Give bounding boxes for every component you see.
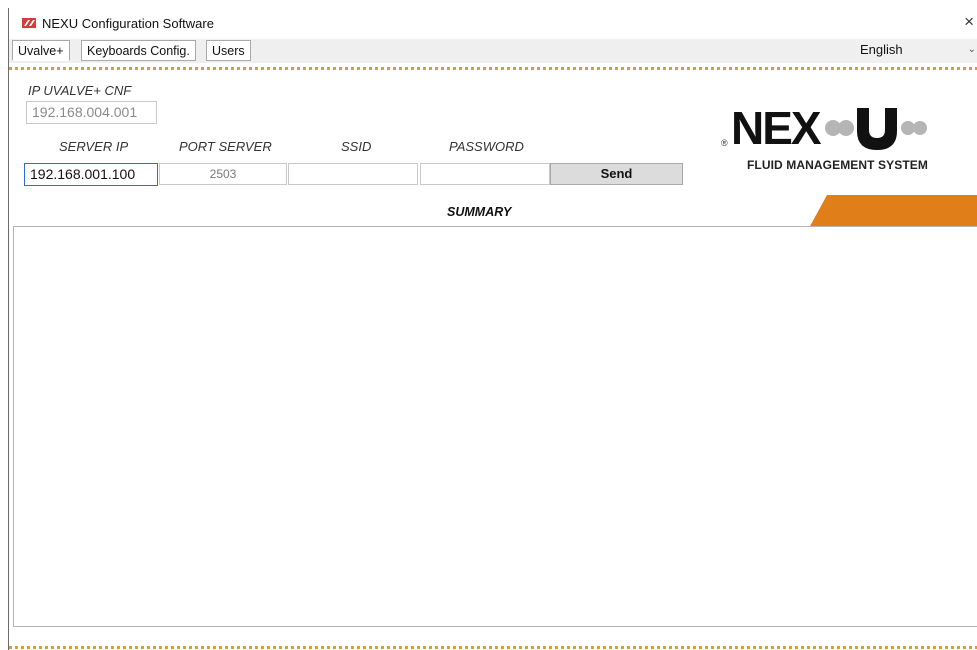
send-button[interactable]: Send bbox=[550, 163, 683, 185]
ssid-label: SSID bbox=[341, 139, 372, 154]
logo-subtitle: FLUID MANAGEMENT SYSTEM bbox=[747, 158, 928, 172]
server-ip-input[interactable]: 192.168.001.100 bbox=[24, 163, 158, 186]
tab-users[interactable]: Users bbox=[206, 40, 251, 61]
ssid-input[interactable] bbox=[288, 163, 418, 185]
accent-shape bbox=[809, 195, 977, 228]
tab-keyboards-config[interactable]: Keyboards Config. bbox=[81, 40, 196, 61]
server-ip-label: SERVER IP bbox=[59, 139, 129, 154]
top-divider bbox=[9, 67, 977, 70]
language-selected: English bbox=[860, 42, 903, 57]
close-icon[interactable]: × bbox=[964, 12, 974, 32]
ip-uvalve-field[interactable]: 192.168.004.001 bbox=[26, 101, 157, 124]
svg-text:®: ® bbox=[721, 138, 728, 148]
window-title: NEXU Configuration Software bbox=[42, 16, 214, 31]
tab-strip: Uvalve+ Keyboards Config. Users English … bbox=[9, 39, 977, 63]
password-label: PASSWORD bbox=[449, 139, 524, 154]
title-bar: NEXU Configuration Software × bbox=[9, 8, 977, 38]
summary-panel[interactable] bbox=[13, 226, 977, 627]
bottom-divider bbox=[9, 646, 977, 649]
app-icon bbox=[22, 18, 36, 28]
app-window: NEXU Configuration Software × Uvalve+ Ke… bbox=[8, 8, 977, 650]
tab-uvalve[interactable]: Uvalve+ bbox=[12, 40, 70, 61]
language-select[interactable]: English ⌄ bbox=[855, 40, 977, 61]
svg-text:NEX: NEX bbox=[731, 102, 822, 154]
chevron-down-icon: ⌄ bbox=[967, 44, 976, 55]
summary-title: SUMMARY bbox=[447, 205, 512, 219]
password-input[interactable] bbox=[420, 163, 550, 185]
port-server-label: PORT SERVER bbox=[179, 139, 272, 154]
ip-uvalve-label: IP UVALVE+ CNF bbox=[28, 83, 132, 98]
port-server-input[interactable]: 2503 bbox=[159, 163, 287, 185]
